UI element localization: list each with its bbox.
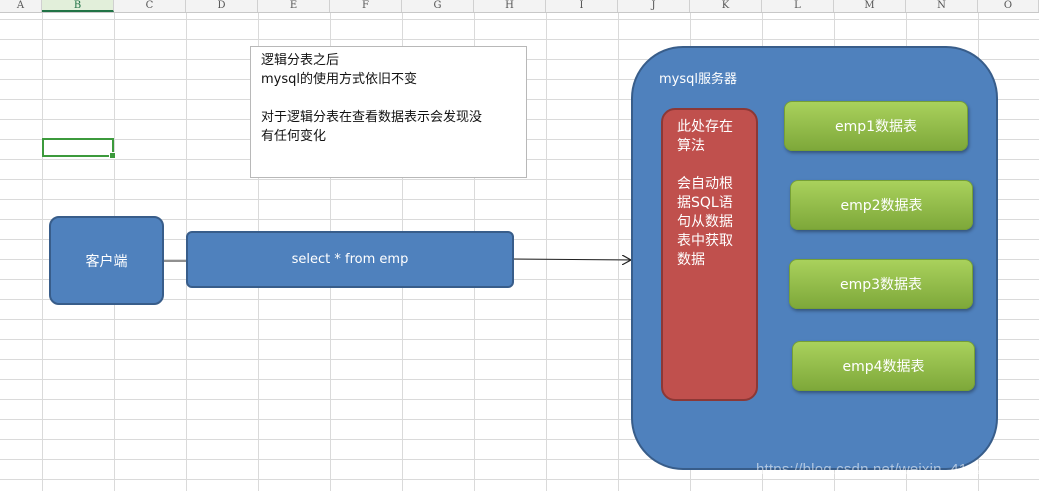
- query-to-server-arrow: [513, 259, 631, 260]
- watermark: https://blog.csdn.net/weixin_41423450: [756, 461, 1019, 478]
- table-label: emp3数据表: [839, 277, 923, 293]
- query-box[interactable]: select * from emp: [186, 231, 514, 288]
- algorithm-line: 算法: [677, 138, 705, 154]
- algorithm-line: 会自动根: [677, 176, 733, 192]
- table-label: emp1数据表: [834, 119, 918, 135]
- table-label: emp2数据表: [840, 198, 923, 214]
- note-line: 逻辑分表之后: [261, 53, 340, 68]
- algorithm-line: 此处存在: [677, 119, 733, 135]
- note-textbox[interactable]: 逻辑分表之后 mysql的使用方式依旧不变 对于逻辑分表在查看数据表示会发现没 …: [250, 46, 527, 178]
- client-box[interactable]: 客户端: [49, 216, 164, 305]
- table-emp3[interactable]: emp3数据表: [789, 259, 973, 309]
- algorithm-line: 数据: [677, 252, 705, 268]
- server-title: mysql服务器: [659, 72, 737, 87]
- query-label: select * from emp: [291, 252, 409, 267]
- table-label: emp4数据表: [842, 359, 925, 375]
- client-label: 客户端: [85, 253, 128, 270]
- note-line: 有任何变化: [261, 129, 327, 144]
- algorithm-line: 句从数据: [677, 214, 733, 230]
- note-line: mysql的使用方式依旧不变: [261, 72, 417, 87]
- table-emp4[interactable]: emp4数据表: [792, 341, 975, 391]
- algorithm-line: 据SQL语: [677, 195, 733, 211]
- note-line: 对于逻辑分表在查看数据表示会发现没: [261, 110, 483, 125]
- table-emp2[interactable]: emp2数据表: [790, 180, 973, 230]
- algorithm-line: 表中获取: [677, 233, 733, 249]
- table-emp1[interactable]: emp1数据表: [784, 101, 968, 151]
- algorithm-box[interactable]: 此处存在 算法 会自动根 据SQL语 句从数据 表中获取 数据: [661, 108, 758, 401]
